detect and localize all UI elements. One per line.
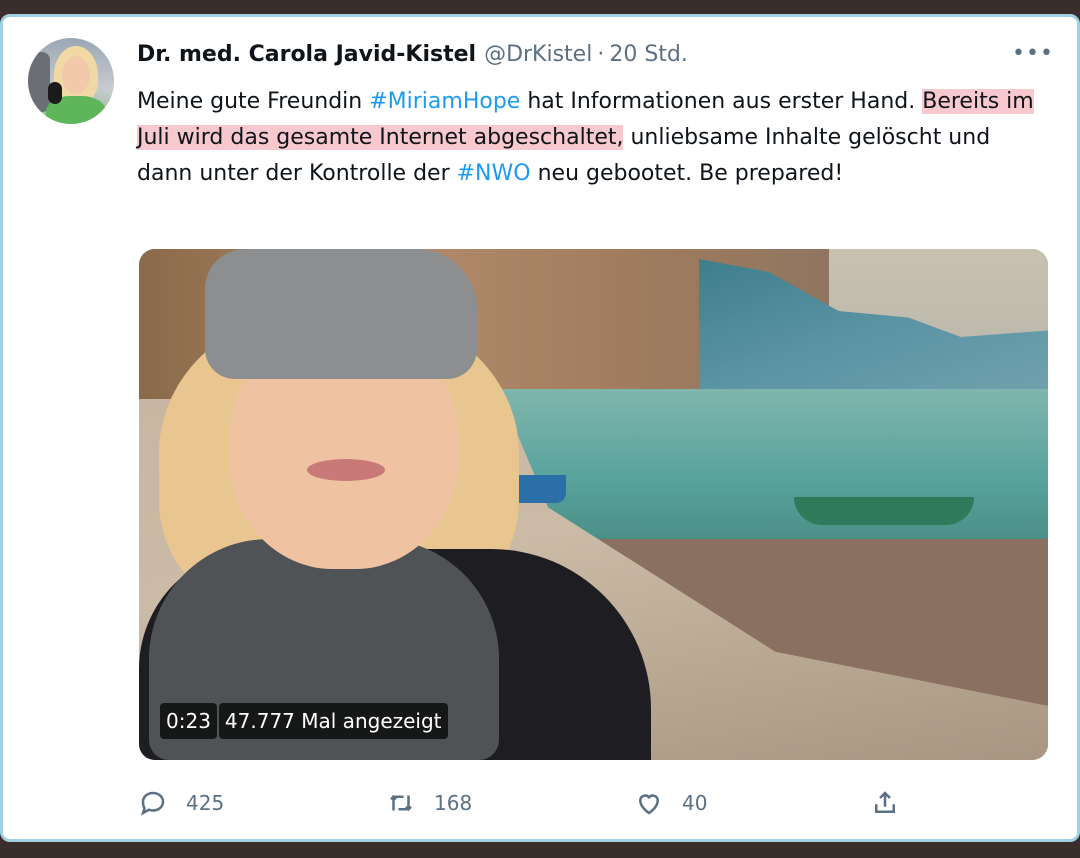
tweet-actions: 425 168 40 <box>0 783 1080 823</box>
avatar[interactable] <box>28 38 114 124</box>
tweet-text: Meine gute Freundin #MiriamHope hat Info… <box>137 84 1042 192</box>
share-button[interactable] <box>870 783 900 823</box>
share-icon <box>875 791 895 813</box>
reply-button[interactable]: 425 <box>138 783 224 823</box>
heart-icon <box>638 794 660 815</box>
video-view-count: 47.777 Mal angezeigt <box>218 703 448 739</box>
hashtag-link[interactable]: #NWO <box>457 161 531 186</box>
microphone-icon <box>48 82 62 104</box>
author-name[interactable]: Dr. med. Carola Javid-Kistel <box>137 42 476 67</box>
video-info-badge: 0:23 47.777 Mal angezeigt <box>160 703 448 739</box>
reply-count: 425 <box>186 791 225 815</box>
video-player[interactable] <box>139 249 1048 760</box>
video-scene-green-boat <box>794 497 974 525</box>
video-person-cap <box>205 249 477 379</box>
like-count: 40 <box>682 791 708 815</box>
header-separator: · <box>597 42 605 67</box>
like-button[interactable]: 40 <box>634 783 707 823</box>
tweet-text-part: Meine gute Freundin <box>137 89 370 114</box>
reply-icon <box>140 791 165 816</box>
author-handle[interactable]: @DrKistel <box>484 42 592 67</box>
avatar-background-person <box>28 52 50 112</box>
tweet-text-part: hat Informationen aus erster Hand. <box>520 89 923 114</box>
more-options-icon[interactable]: ••• <box>1012 43 1053 65</box>
retweet-count: 168 <box>434 791 473 815</box>
tweet-header: Dr. med. Carola Javid-Kistel @DrKistel ·… <box>137 42 688 72</box>
hashtag-link[interactable]: #MiriamHope <box>369 89 520 114</box>
video-person-mouth <box>307 459 385 481</box>
video-duration: 0:23 <box>160 703 217 739</box>
avatar-face <box>62 56 90 94</box>
tweet-timestamp[interactable]: 20 Std. <box>609 42 688 67</box>
retweet-icon <box>390 794 412 812</box>
tweet-text-part: neu gebootet. Be prepared! <box>530 161 844 186</box>
retweet-button[interactable]: 168 <box>386 783 472 823</box>
